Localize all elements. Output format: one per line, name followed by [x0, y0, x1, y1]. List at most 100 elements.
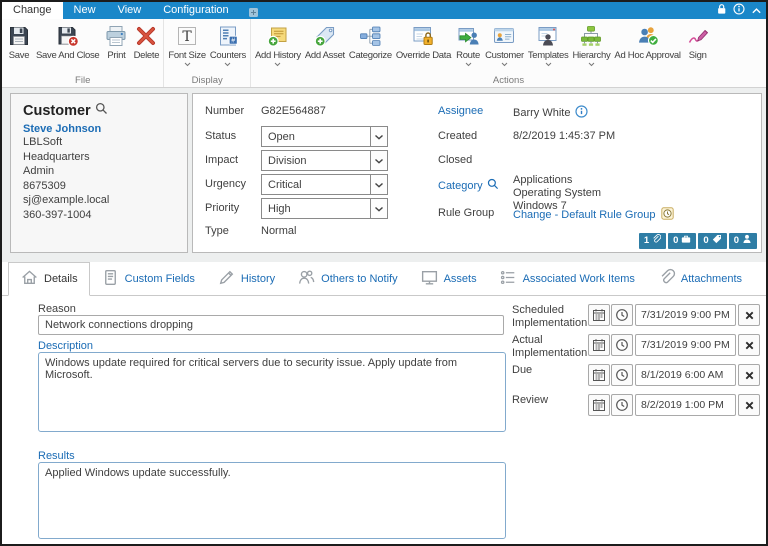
- detail-tabstrip: Details Custom Fields History Others to …: [2, 262, 766, 296]
- tab-associated-work-items-label: Associated Work Items: [522, 272, 635, 285]
- chevron-down-icon: [588, 61, 595, 67]
- templates-button[interactable]: Templates: [526, 22, 571, 68]
- chevron-down-icon: [465, 61, 472, 67]
- clear-icon[interactable]: [738, 394, 760, 416]
- delete-button[interactable]: Delete: [131, 22, 161, 62]
- status-select-value: Open: [268, 130, 295, 143]
- scheduled-implementation-input[interactable]: [635, 304, 736, 326]
- tab-history[interactable]: History: [206, 262, 286, 295]
- clear-icon[interactable]: [738, 364, 760, 386]
- templates-button-label: Templates: [527, 50, 569, 61]
- templates-icon: [535, 23, 561, 49]
- calendar-icon[interactable]: [588, 394, 610, 416]
- chevron-down-icon: [224, 61, 231, 67]
- priority-select[interactable]: High: [261, 198, 388, 219]
- customer-name-link[interactable]: Steve Johnson: [23, 123, 175, 135]
- counters-button-label: Counters: [209, 50, 246, 61]
- status-label: Status: [205, 130, 237, 142]
- impact-select[interactable]: Division: [261, 150, 388, 171]
- tab-others-to-notify[interactable]: Others to Notify: [286, 262, 408, 295]
- customer-button[interactable]: Customer: [483, 22, 526, 68]
- tab-attachments[interactable]: Attachments: [646, 262, 753, 295]
- urgency-select[interactable]: Critical: [261, 174, 388, 195]
- clear-icon[interactable]: [738, 304, 760, 326]
- ribbon-group-actions: Add History Add Asset Categorize Overrid…: [251, 19, 766, 87]
- tab-details[interactable]: Details: [8, 262, 90, 296]
- route-button[interactable]: Route: [453, 22, 483, 68]
- reason-input[interactable]: [38, 315, 504, 335]
- results-label: Results: [38, 450, 75, 462]
- override-data-button[interactable]: Override Data: [394, 22, 453, 62]
- chevron-down-icon: [370, 127, 387, 146]
- tab-change[interactable]: Change: [2, 2, 63, 19]
- actual-implementation-input[interactable]: [635, 334, 736, 356]
- tab-associated-work-items[interactable]: Associated Work Items: [488, 262, 646, 295]
- tab-view[interactable]: View: [107, 2, 153, 19]
- customer-location: Headquarters: [23, 150, 90, 163]
- results-textarea[interactable]: Applied Windows update successfully.: [38, 462, 506, 539]
- reason-label: Reason: [38, 303, 76, 315]
- tab-configuration[interactable]: Configuration: [152, 2, 239, 19]
- tab-custom-fields[interactable]: Custom Fields: [90, 262, 206, 295]
- categorize-button[interactable]: Categorize: [347, 22, 394, 62]
- rule-group-schedule-icon[interactable]: [661, 207, 675, 223]
- calendar-icon[interactable]: [588, 364, 610, 386]
- customer-icon: [491, 23, 517, 49]
- add-asset-icon: [312, 23, 338, 49]
- assignee-label-link[interactable]: Assignee: [438, 105, 483, 117]
- details-content: Reason Description Windows update requir…: [2, 296, 766, 544]
- status-select[interactable]: Open: [261, 126, 388, 147]
- due-input[interactable]: [635, 364, 736, 386]
- print-button[interactable]: Print: [101, 22, 131, 62]
- review-input[interactable]: [635, 394, 736, 416]
- add-asset-button[interactable]: Add Asset: [303, 22, 347, 62]
- chevron-down-icon: [184, 61, 191, 67]
- attachments-count-badge[interactable]: 1: [638, 233, 667, 249]
- assets-count-badge[interactable]: 0: [668, 233, 697, 249]
- save-icon: [6, 23, 32, 49]
- tab-assets[interactable]: Assets: [409, 262, 488, 295]
- tags-count-badge[interactable]: 0: [698, 233, 727, 249]
- search-icon[interactable]: [487, 178, 499, 193]
- counters-button[interactable]: # Counters: [208, 22, 248, 68]
- people-count-badge[interactable]: 0: [728, 233, 757, 249]
- assignee-value: Barry White: [513, 107, 571, 119]
- info-icon[interactable]: [575, 105, 589, 121]
- clock-icon[interactable]: [611, 334, 633, 356]
- info-icon[interactable]: [733, 2, 745, 20]
- save-button[interactable]: Save: [4, 22, 34, 62]
- ad-hoc-approval-icon: [635, 23, 661, 49]
- chevron-down-icon: [370, 199, 387, 218]
- number-label: Number: [205, 105, 245, 117]
- sign-button[interactable]: Sign: [683, 22, 713, 62]
- clock-icon[interactable]: [611, 364, 633, 386]
- collapse-ribbon-icon[interactable]: [751, 2, 762, 20]
- font-size-button[interactable]: T Font Size: [166, 22, 207, 68]
- hierarchy-icon: [578, 23, 604, 49]
- rule-group-link[interactable]: Change - Default Rule Group: [513, 209, 655, 221]
- add-history-button[interactable]: Add History: [253, 22, 303, 68]
- clock-icon[interactable]: [611, 394, 633, 416]
- category-label-link[interactable]: Category: [438, 178, 499, 193]
- ad-hoc-approval-button[interactable]: Ad Hoc Approval: [612, 22, 682, 62]
- save-and-close-button[interactable]: Save And Close: [34, 22, 101, 62]
- clock-icon[interactable]: [611, 304, 633, 326]
- urgency-label: Urgency: [205, 178, 246, 190]
- chevron-down-icon: [370, 151, 387, 170]
- hierarchy-button[interactable]: Hierarchy: [570, 22, 612, 68]
- search-icon[interactable]: [95, 102, 108, 119]
- tab-new[interactable]: New: [63, 2, 107, 19]
- people-count: 0: [733, 235, 739, 246]
- calendar-icon[interactable]: [588, 334, 610, 356]
- calendar-icon[interactable]: [588, 304, 610, 326]
- lock-icon[interactable]: [716, 2, 727, 20]
- clear-icon[interactable]: [738, 334, 760, 356]
- monitor-icon: [420, 268, 439, 290]
- created-label: Created: [438, 130, 478, 142]
- home-icon: [20, 268, 39, 290]
- customer-department: Admin: [23, 165, 55, 177]
- font-size-icon: T: [174, 23, 200, 49]
- priority-select-value: High: [268, 202, 291, 215]
- attachments-count: 1: [643, 235, 650, 246]
- description-textarea[interactable]: Windows update required for critical ser…: [38, 352, 506, 432]
